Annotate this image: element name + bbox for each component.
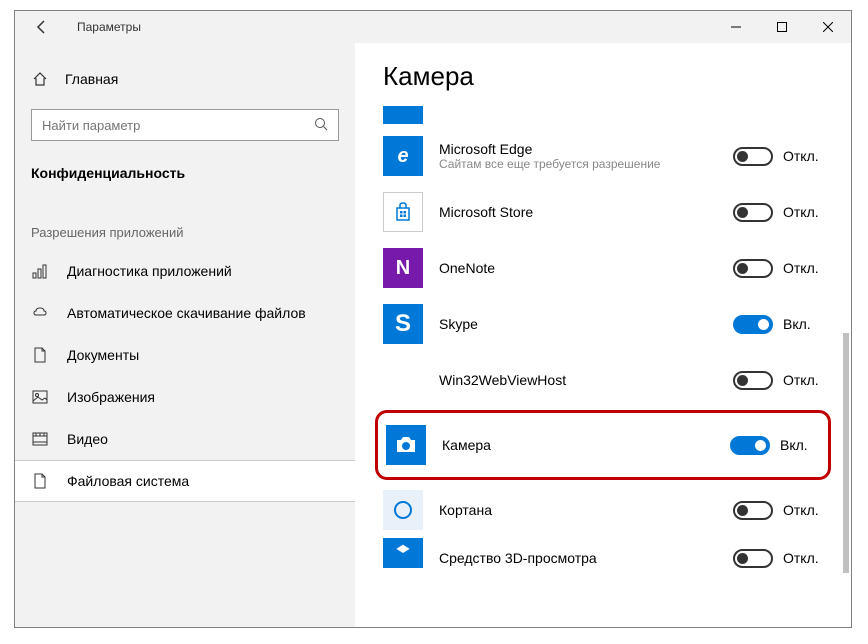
toggle-label: Вкл. [783, 316, 823, 332]
toggle-camera[interactable] [730, 436, 770, 455]
home-icon [31, 71, 49, 87]
app-row-skype: S Skype Вкл. [383, 296, 823, 352]
toggle-edge[interactable] [733, 147, 773, 166]
sidebar-item-label: Диагностика приложений [67, 263, 232, 279]
search-input[interactable] [42, 118, 314, 133]
app-row-partial-top [383, 106, 823, 128]
scrollbar[interactable] [843, 333, 849, 573]
filesystem-icon [31, 473, 49, 489]
app-name: Средство 3D-просмотра [439, 550, 717, 566]
toggle-label: Откл. [783, 372, 823, 388]
toggle-cortana[interactable] [733, 501, 773, 520]
main-panel: Камера e Microsoft Edge Сайтам все еще т… [355, 43, 851, 627]
sidebar-item-label: Документы [67, 347, 139, 363]
toggle-label: Откл. [783, 260, 823, 276]
section-title: Конфиденциальность [15, 155, 355, 195]
sidebar-item-images[interactable]: Изображения [15, 376, 355, 418]
onenote-icon: N [383, 248, 423, 288]
sidebar-item-label: Файловая система [67, 473, 189, 489]
page-heading: Камера [383, 61, 823, 92]
toggle-store[interactable] [733, 203, 773, 222]
toggle-win32webview[interactable] [733, 371, 773, 390]
app-name: Skype [439, 316, 717, 332]
toggle-label: Вкл. [780, 437, 820, 453]
home-label: Главная [65, 71, 118, 87]
app-row-store: Microsoft Store Откл. [383, 184, 823, 240]
toggle-3dview[interactable] [733, 549, 773, 568]
sidebar-item-filesystem[interactable]: Файловая система [15, 460, 355, 502]
store-icon [383, 192, 423, 232]
toggle-label: Откл. [783, 148, 823, 164]
app-name: Win32WebViewHost [439, 372, 717, 388]
back-button[interactable] [27, 12, 57, 42]
cortana-icon [383, 490, 423, 530]
empty-icon [383, 360, 423, 400]
group-label: Разрешения приложений [15, 195, 355, 250]
app-row-onenote: N OneNote Откл. [383, 240, 823, 296]
camera-icon [386, 425, 426, 465]
app-name: Кортана [439, 502, 717, 518]
app-row-win32webview: Win32WebViewHost Откл. [383, 352, 823, 408]
video-icon [31, 431, 49, 447]
app-row-cortana: Кортана Откл. [383, 482, 823, 538]
app-subtext: Сайтам все еще требуется разрешение [439, 157, 717, 171]
minimize-button[interactable] [713, 11, 759, 43]
app-name: OneNote [439, 260, 717, 276]
3dview-icon [383, 538, 423, 568]
toggle-label: Откл. [783, 204, 823, 220]
sidebar-item-documents[interactable]: Документы [15, 334, 355, 376]
diagnostics-icon [31, 263, 49, 279]
app-row-camera: Камера Вкл. [375, 410, 831, 480]
toggle-skype[interactable] [733, 315, 773, 334]
app-row-3dview: Средство 3D-просмотра Откл. [383, 538, 823, 578]
app-name: Microsoft Edge [439, 141, 717, 157]
toggle-label: Откл. [783, 550, 823, 566]
toggle-onenote[interactable] [733, 259, 773, 278]
sidebar: Главная Конфиденциальность Разрешения пр… [15, 43, 355, 627]
home-nav[interactable]: Главная [15, 59, 355, 99]
sidebar-item-label: Видео [67, 431, 108, 447]
sidebar-item-diagnostics[interactable]: Диагностика приложений [15, 250, 355, 292]
close-button[interactable] [805, 11, 851, 43]
toggle-label: Откл. [783, 502, 823, 518]
skype-icon: S [383, 304, 423, 344]
sidebar-item-video[interactable]: Видео [15, 418, 355, 460]
image-icon [31, 389, 49, 405]
app-row-edge: e Microsoft Edge Сайтам все еще требуетс… [383, 128, 823, 184]
sidebar-item-download[interactable]: Автоматическое скачивание файлов [15, 292, 355, 334]
app-icon-partial [383, 106, 423, 124]
app-name: Камера [442, 437, 714, 453]
apps-list: e Microsoft Edge Сайтам все еще требуетс… [383, 106, 823, 578]
document-icon [31, 347, 49, 363]
download-icon [31, 305, 49, 321]
edge-icon: e [383, 136, 423, 176]
search-box[interactable] [31, 109, 339, 141]
titlebar: Параметры [15, 11, 851, 43]
sidebar-item-label: Автоматическое скачивание файлов [67, 305, 306, 321]
sidebar-item-label: Изображения [67, 389, 155, 405]
app-name: Microsoft Store [439, 204, 717, 220]
window-title: Параметры [77, 20, 141, 34]
settings-window: Параметры Главная [14, 10, 852, 628]
maximize-button[interactable] [759, 11, 805, 43]
search-icon [314, 117, 328, 134]
